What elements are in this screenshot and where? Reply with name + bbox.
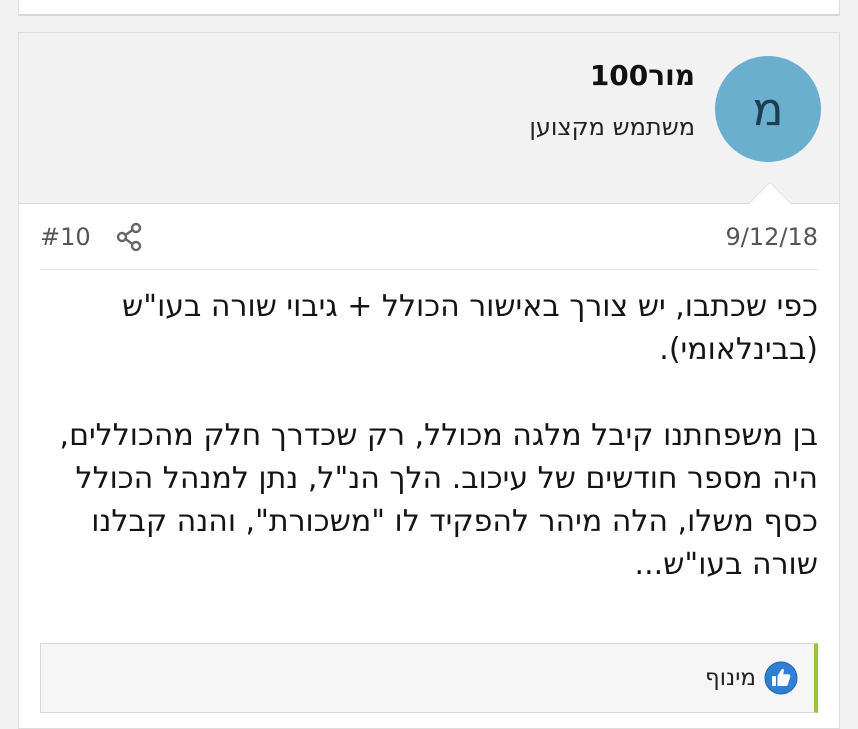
post-meta-row: #10 9/12/18 bbox=[40, 221, 818, 270]
author-pointer bbox=[749, 183, 791, 204]
avatar[interactable]: מ bbox=[715, 56, 821, 162]
post-card: מ מור100 משתמש מקצוען #10 9/12/18 כפי שכ… bbox=[18, 32, 840, 729]
avatar-letter: מ bbox=[752, 82, 784, 136]
post-date[interactable]: 9/12/18 bbox=[725, 223, 818, 251]
author-box: מ מור100 משתמש מקצוען bbox=[19, 33, 839, 204]
message-paragraph: כפי שכתבו, יש צורך באישור הכולל + גיבוי … bbox=[122, 289, 818, 367]
message-paragraph: בן משפחתנו קיבל מלגה מכולל, רק שכדרך חלק… bbox=[59, 418, 818, 582]
share-icon[interactable] bbox=[115, 221, 143, 253]
user-title: משתמש מקצוען bbox=[529, 113, 695, 141]
reaction-label: מינוף bbox=[705, 665, 756, 691]
reaction-item[interactable]: מינוף bbox=[705, 661, 798, 695]
previous-post-card-bottom bbox=[18, 0, 840, 16]
thumbs-up-icon bbox=[764, 661, 798, 695]
post-message: כפי שכתבו, יש צורך באישור הכולל + גיבוי … bbox=[40, 285, 818, 586]
post-number[interactable]: #10 bbox=[40, 223, 91, 251]
reactions-bar: מינוף bbox=[40, 643, 818, 713]
username[interactable]: מור100 bbox=[590, 59, 695, 92]
